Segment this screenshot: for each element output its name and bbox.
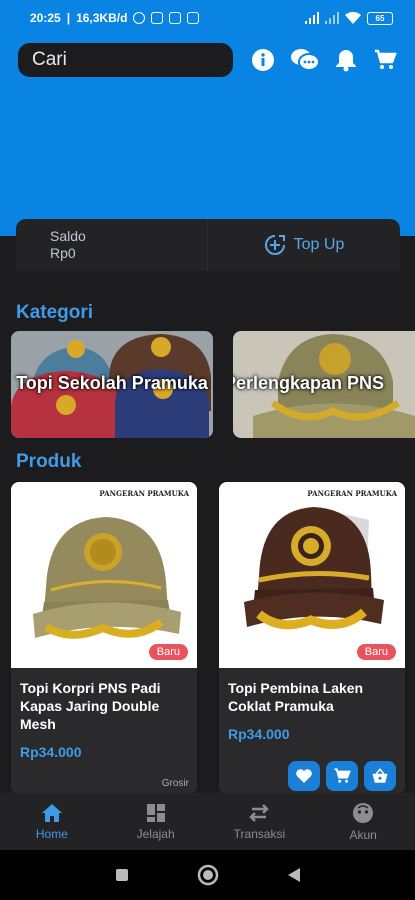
produk-title: Produk (16, 451, 82, 472)
product-price: Rp34.000 (228, 726, 290, 742)
instagram-icon (151, 12, 164, 24)
new-badge: Baru (356, 644, 396, 660)
bottom-nav: Home Jelajah Transaksi Akun (0, 793, 415, 850)
saldo-info[interactable]: Saldo Rp0 (16, 219, 208, 271)
nav-label: Home (35, 826, 68, 841)
back-icon[interactable] (287, 867, 301, 883)
instagram-icon (187, 12, 200, 24)
search-placeholder: Cari (32, 49, 67, 70)
face-icon (353, 802, 374, 823)
saldo-card: Saldo Rp0 Top Up (16, 219, 400, 271)
wifi-icon (345, 12, 361, 24)
new-badge: Baru (148, 644, 188, 660)
instagram-icon (169, 12, 182, 24)
cart-icon[interactable] (372, 47, 398, 73)
kategori-title: Kategori (16, 302, 94, 323)
category-card-perlengkapan-pns[interactable]: Perlengkapan PNS (233, 331, 415, 438)
home-circle-icon[interactable] (197, 864, 219, 886)
brand-label: PANGERAN PRAMUKA (307, 489, 397, 498)
home-icon (41, 803, 62, 822)
saldo-label: Saldo (50, 228, 86, 244)
category-card-topi-sekolah[interactable]: Topi Sekolah Pramuka (11, 331, 213, 438)
nav-transaksi[interactable]: Transaksi (208, 793, 312, 850)
nav-home[interactable]: Home (0, 793, 104, 850)
network-speed: 16,3KB/d (76, 11, 128, 25)
category-label: Topi Sekolah Pramuka (16, 373, 208, 393)
system-navigation-bar (0, 850, 415, 900)
buy-basket-button[interactable] (364, 761, 396, 791)
product-image (11, 482, 197, 668)
product-card[interactable]: PANGERAN PRAMUKA Baru Topi Korpri PNS Pa… (11, 482, 197, 794)
product-name: Topi Pembina Laken Coklat Pramuka (228, 680, 364, 714)
info-icon[interactable] (250, 47, 276, 73)
grid-icon (146, 803, 165, 822)
product-price: Rp34.000 (20, 744, 82, 760)
heart-icon (296, 769, 312, 783)
status-bar: 20:25 | 16,3KB/d 65 (0, 0, 415, 36)
status-time: 20:25 (30, 11, 61, 25)
nav-label: Akun (349, 827, 377, 842)
cart-icon (334, 768, 351, 783)
nav-akun[interactable]: Akun (311, 793, 415, 850)
swap-icon (249, 803, 270, 822)
header: Cari (0, 36, 415, 236)
favorite-button[interactable] (288, 761, 320, 791)
grosir-tag: Grosir (161, 778, 189, 789)
bell-icon[interactable] (333, 47, 359, 73)
add-to-cart-button[interactable] (326, 761, 358, 791)
basket-icon (372, 768, 388, 783)
topup-label: Top Up (293, 236, 345, 253)
signal-icon (305, 12, 319, 24)
signal-icon (325, 12, 339, 24)
product-card[interactable]: PANGERAN PRAMUKA Baru Topi Pembina Laken… (219, 482, 405, 794)
nav-jelajah[interactable]: Jelajah (104, 793, 208, 850)
topup-button[interactable]: Top Up (208, 219, 400, 271)
search-input[interactable]: Cari (18, 43, 233, 77)
mute-icon (133, 12, 146, 24)
chat-icon[interactable] (290, 47, 320, 73)
brand-label: PANGERAN PRAMUKA (99, 489, 189, 498)
recents-icon[interactable] (115, 868, 129, 882)
saldo-amount: Rp0 (50, 245, 76, 261)
product-name: Topi Korpri PNS Padi Kapas Jaring Double… (20, 680, 161, 732)
nav-label: Transaksi (233, 826, 286, 841)
battery-icon: 65 (367, 11, 393, 25)
add-circle-icon (264, 235, 285, 255)
category-label: Perlengkapan PNS (233, 373, 385, 393)
product-image (219, 482, 405, 668)
nav-label: Jelajah (136, 826, 175, 841)
